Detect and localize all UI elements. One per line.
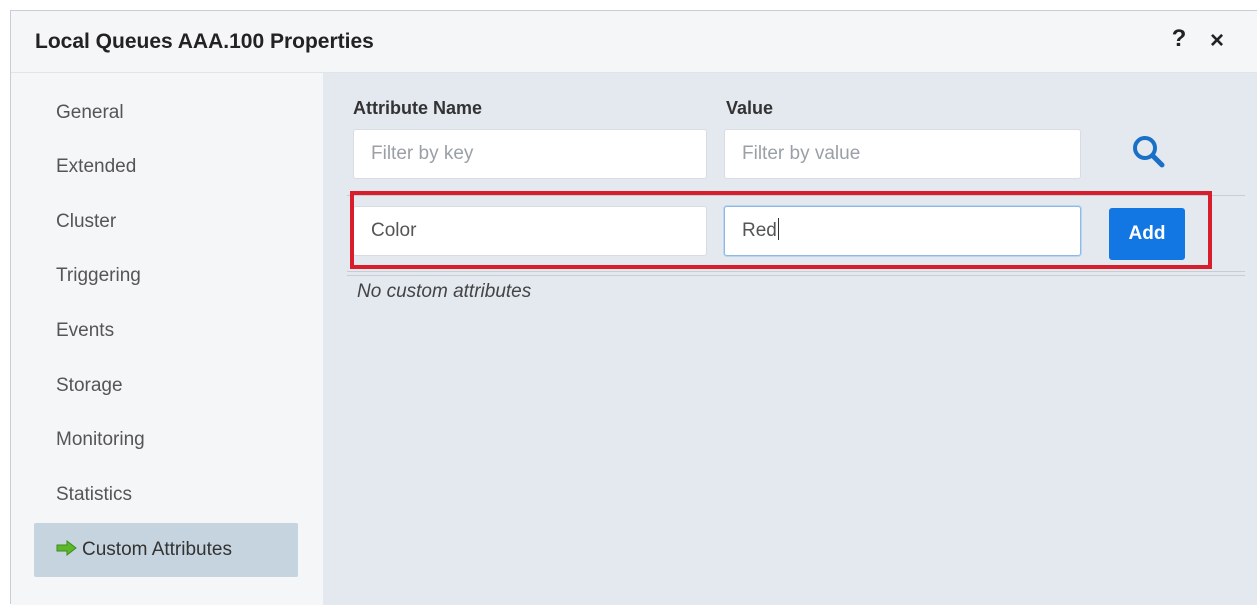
sidebar: General Extended Cluster Triggering Even… <box>11 73 323 605</box>
filter-value-input[interactable]: Filter by value <box>724 129 1081 179</box>
sidebar-item-events[interactable]: Events <box>34 304 298 358</box>
sidebar-item-label: Custom Attributes <box>82 539 232 560</box>
custom-attributes-panel: Attribute Name Value Filter by key Filte… <box>323 73 1257 605</box>
sidebar-item-cluster[interactable]: Cluster <box>34 195 298 249</box>
help-icon[interactable]: ? <box>1167 25 1191 55</box>
filter-key-input[interactable]: Filter by key <box>353 129 707 179</box>
dialog-title: Local Queues AAA.100 Properties <box>35 30 374 53</box>
sidebar-item-general[interactable]: General <box>34 86 298 140</box>
properties-dialog: Local Queues AAA.100 Properties ? × Gene… <box>10 10 1257 605</box>
sidebar-item-statistics[interactable]: Statistics <box>34 468 298 522</box>
divider-bottom-2 <box>347 275 1245 276</box>
sidebar-item-custom-attributes[interactable]: Custom Attributes <box>34 523 298 577</box>
dialog-titlebar: Local Queues AAA.100 Properties ? × <box>11 11 1257 73</box>
sidebar-item-storage[interactable]: Storage <box>34 359 298 413</box>
value-header: Value <box>726 98 774 118</box>
divider-bottom-1 <box>347 271 1245 272</box>
arrow-right-icon <box>56 540 78 556</box>
empty-message: No custom attributes <box>357 281 532 302</box>
close-icon[interactable]: × <box>1205 27 1229 57</box>
sidebar-item-extended[interactable]: Extended <box>34 140 298 194</box>
search-icon[interactable] <box>1127 130 1171 174</box>
attribute-name-header: Attribute Name <box>353 98 483 118</box>
sidebar-item-monitoring[interactable]: Monitoring <box>34 413 298 467</box>
sidebar-item-triggering[interactable]: Triggering <box>34 249 298 303</box>
highlight-box <box>350 191 1212 269</box>
